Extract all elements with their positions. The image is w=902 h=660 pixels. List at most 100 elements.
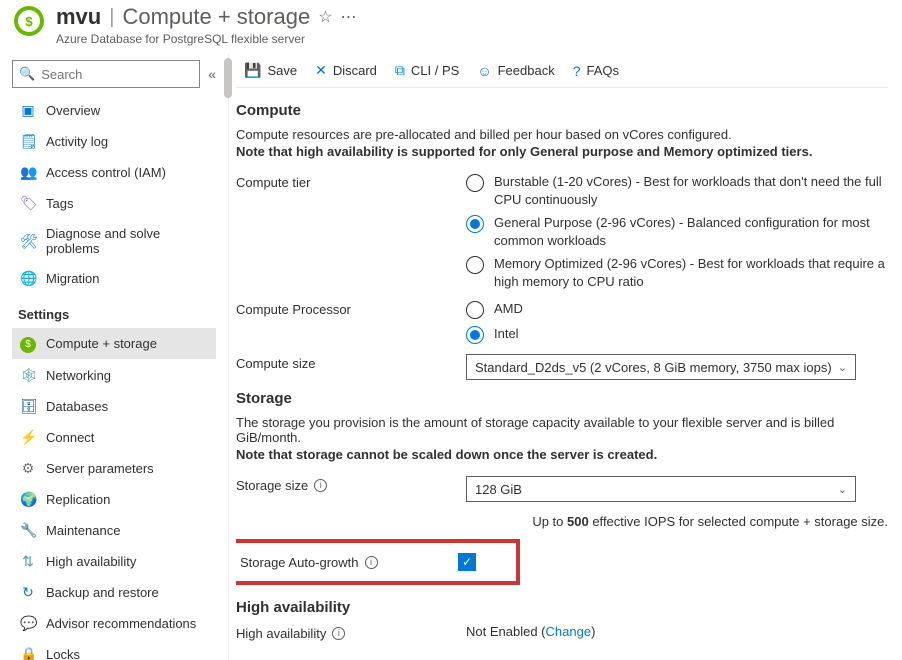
compute-note: Note that high availability is supported… xyxy=(236,144,888,159)
select-value: Standard_D2ds_v5 (2 vCores, 8 GiB memory… xyxy=(475,360,832,375)
compute-description: Compute resources are pre-allocated and … xyxy=(236,127,888,142)
storage-autogrowth-checkbox[interactable]: ✓ xyxy=(458,553,476,571)
resource-icon: $ xyxy=(14,6,44,36)
save-icon: 💾 xyxy=(244,62,261,79)
collapse-sidebar-icon[interactable]: « xyxy=(208,66,216,82)
sidebar: 🔍 « ▣ Overview 🗒 Activity log 👥 Access c… xyxy=(0,54,222,660)
autogrowth-highlight: Storage Auto-growth i ✓ xyxy=(236,539,520,585)
replication-icon: 🌍 xyxy=(20,491,36,508)
radio-icon xyxy=(466,215,484,233)
cli-icon: ⧉ xyxy=(395,62,405,79)
cli-button[interactable]: ⧉ CLI / PS xyxy=(395,62,459,79)
sidebar-item-server-parameters[interactable]: ⚙ Server parameters xyxy=(12,454,216,483)
high-availability-icon: ⇅ xyxy=(20,553,36,570)
cmd-label: Feedback xyxy=(498,63,555,78)
sidebar-item-databases[interactable]: 🗄 Databases xyxy=(12,392,216,421)
sidebar-resize-handle[interactable] xyxy=(222,54,236,660)
search-input[interactable] xyxy=(41,67,193,82)
radio-icon xyxy=(466,301,484,319)
storage-size-select[interactable]: 128 GiB ⌄ xyxy=(466,476,856,502)
sidebar-item-access-control[interactable]: 👥 Access control (IAM) xyxy=(12,158,216,187)
favorite-star-icon[interactable]: ☆ xyxy=(318,7,332,27)
title-separator: | xyxy=(109,6,114,29)
faqs-button[interactable]: ? FAQs xyxy=(573,63,619,79)
sidebar-item-connect[interactable]: ⚡ Connect xyxy=(12,423,216,452)
resource-type-subtitle: Azure Database for PostgreSQL flexible s… xyxy=(56,32,357,46)
sidebar-item-label: Compute + storage xyxy=(46,336,157,351)
sidebar-item-migration[interactable]: 🌐 Migration xyxy=(12,264,216,293)
radio-label: AMD xyxy=(494,300,523,318)
sidebar-item-locks[interactable]: 🔒 Locks xyxy=(12,640,216,660)
feedback-icon: ☺ xyxy=(477,63,491,79)
storage-description: The storage you provision is the amount … xyxy=(236,415,888,445)
sidebar-item-label: Backup and restore xyxy=(46,585,159,600)
cmd-label: Save xyxy=(267,63,297,78)
compute-tier-label: Compute tier xyxy=(236,173,466,190)
storage-size-label: Storage size i xyxy=(236,476,466,493)
sidebar-item-label: Connect xyxy=(46,430,94,445)
chevron-down-icon: ⌄ xyxy=(838,361,847,374)
iops-note: Up to 500 effective IOPS for selected co… xyxy=(466,514,888,529)
sidebar-item-label: Databases xyxy=(46,399,108,414)
sidebar-item-maintenance[interactable]: 🔧 Maintenance xyxy=(12,516,216,545)
search-icon: 🔍 xyxy=(19,66,35,82)
sidebar-search[interactable]: 🔍 xyxy=(12,60,200,88)
cmd-label: FAQs xyxy=(587,63,620,78)
sidebar-item-compute-storage[interactable]: $ Compute + storage xyxy=(12,328,216,359)
sidebar-item-label: Overview xyxy=(46,103,100,118)
sidebar-item-backup-restore[interactable]: ↻ Backup and restore xyxy=(12,578,216,607)
info-icon[interactable]: i xyxy=(314,479,327,492)
sidebar-item-label: Server parameters xyxy=(46,461,154,476)
backup-restore-icon: ↻ xyxy=(20,584,36,601)
faqs-icon: ? xyxy=(573,63,581,79)
sidebar-item-label: Access control (IAM) xyxy=(46,165,166,180)
radio-label: General Purpose (2-96 vCores) - Balanced… xyxy=(494,214,888,249)
sidebar-item-networking[interactable]: 🕸 Networking xyxy=(12,361,216,390)
radio-icon xyxy=(466,256,484,274)
save-button[interactable]: 💾 Save xyxy=(244,62,297,79)
tier-option-general-purpose[interactable]: General Purpose (2-96 vCores) - Balanced… xyxy=(466,214,888,249)
sidebar-item-activity-log[interactable]: 🗒 Activity log xyxy=(12,127,216,156)
sidebar-item-label: Replication xyxy=(46,492,110,507)
sidebar-item-replication[interactable]: 🌍 Replication xyxy=(12,485,216,514)
sidebar-item-label: Tags xyxy=(46,196,73,211)
info-icon[interactable]: i xyxy=(365,556,378,569)
tier-option-memory-optimized[interactable]: Memory Optimized (2-96 vCores) - Best fo… xyxy=(466,255,888,290)
more-actions-icon[interactable]: ⋯ xyxy=(341,7,357,27)
info-icon[interactable]: i xyxy=(332,627,345,640)
tier-option-burstable[interactable]: Burstable (1-20 vCores) - Best for workl… xyxy=(466,173,888,208)
sidebar-item-tags[interactable]: 🏷 Tags xyxy=(12,189,216,218)
compute-size-select[interactable]: Standard_D2ds_v5 (2 vCores, 8 GiB memory… xyxy=(466,354,856,380)
advisor-icon: 💬 xyxy=(20,615,36,632)
storage-note: Note that storage cannot be scaled down … xyxy=(236,447,888,462)
scroll-thumb[interactable] xyxy=(224,58,232,98)
select-value: 128 GiB xyxy=(475,482,522,497)
sidebar-item-label: Maintenance xyxy=(46,523,120,538)
databases-icon: 🗄 xyxy=(20,398,36,415)
sidebar-item-label: Advisor recommendations xyxy=(46,616,196,631)
diagnose-icon: 🛠 xyxy=(20,233,36,250)
server-parameters-icon: ⚙ xyxy=(20,460,36,477)
feedback-button[interactable]: ☺ Feedback xyxy=(477,63,554,79)
networking-icon: 🕸 xyxy=(20,367,36,384)
compute-heading: Compute xyxy=(236,102,888,119)
access-control-icon: 👥 xyxy=(20,164,36,181)
main-content: 💾 Save ✕ Discard ⧉ CLI / PS ☺ Feedback ?… xyxy=(236,54,902,660)
tags-icon: 🏷 xyxy=(20,195,36,212)
radio-icon xyxy=(466,326,484,344)
discard-icon: ✕ xyxy=(315,62,327,79)
ha-change-link[interactable]: Change xyxy=(546,624,592,639)
resource-name: mvu xyxy=(56,4,101,30)
ha-value-row: Not Enabled (Change) xyxy=(466,624,888,639)
ha-label: High availability i xyxy=(236,624,466,641)
processor-option-intel[interactable]: Intel xyxy=(466,325,888,344)
sidebar-item-label: High availability xyxy=(46,554,136,569)
sidebar-item-high-availability[interactable]: ⇅ High availability xyxy=(12,547,216,576)
radio-label: Burstable (1-20 vCores) - Best for workl… xyxy=(494,173,888,208)
sidebar-item-advisor[interactable]: 💬 Advisor recommendations xyxy=(12,609,216,638)
sidebar-item-overview[interactable]: ▣ Overview xyxy=(12,96,216,125)
radio-label: Intel xyxy=(494,325,519,343)
discard-button[interactable]: ✕ Discard xyxy=(315,62,377,79)
sidebar-item-diagnose[interactable]: 🛠 Diagnose and solve problems xyxy=(12,220,216,262)
processor-option-amd[interactable]: AMD xyxy=(466,300,888,319)
